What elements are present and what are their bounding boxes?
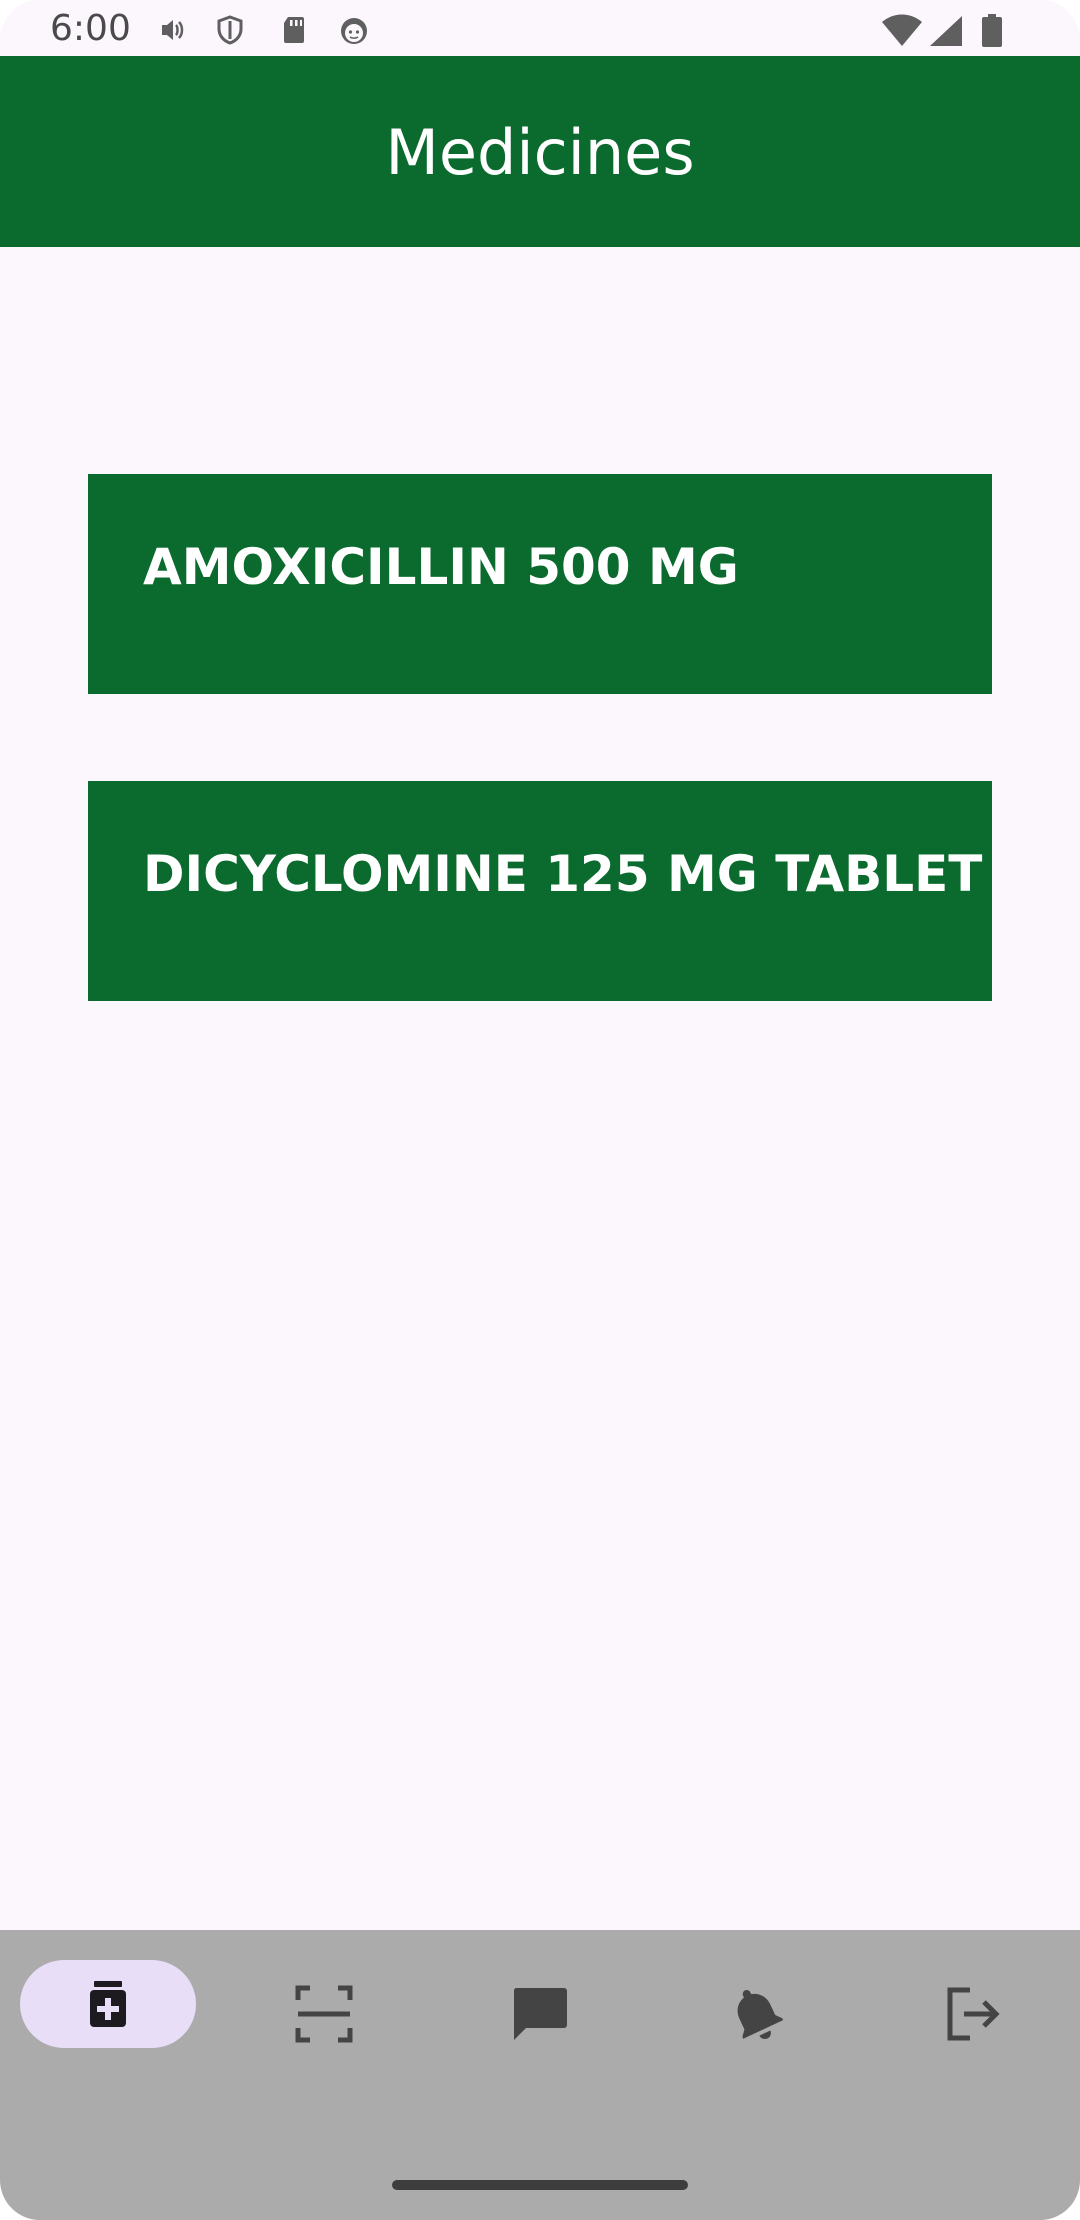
nav-medicines[interactable] (20, 1960, 196, 2048)
logout-icon (942, 1984, 1002, 2044)
battery-icon (980, 14, 1004, 47)
home-indicator[interactable] (392, 2180, 688, 2190)
status-bar: 6:00 (0, 0, 1080, 56)
chat-icon (510, 1984, 570, 2044)
wifi-icon (880, 14, 924, 46)
medicine-label: DICYCLOMINE 125 MG TABLET (143, 845, 983, 903)
bottom-navigation (0, 1930, 1080, 2220)
status-time: 6:00 (50, 8, 131, 49)
medicine-bottle-icon (86, 1979, 130, 2029)
nav-scan[interactable] (236, 1970, 412, 2058)
medicine-item-dicyclomine[interactable]: DICYCLOMINE 125 MG TABLET (88, 781, 992, 1001)
shield-icon (214, 14, 246, 46)
medicine-item-amoxicillin[interactable]: AMOXICILLIN 500 MG (88, 474, 992, 694)
app-bar: Medicines (0, 56, 1080, 247)
nav-logout[interactable] (884, 1970, 1060, 2058)
screen: 6:00 Medicines AMOXICILLIN 500 MG DICYCL… (0, 0, 1080, 2220)
volume-vibrate-icon (156, 14, 188, 46)
scan-icon (294, 1984, 354, 2044)
cell-signal-icon (928, 14, 964, 46)
medicine-label: AMOXICILLIN 500 MG (143, 538, 739, 596)
sd-card-icon (278, 14, 310, 46)
nav-chat[interactable] (452, 1970, 628, 2058)
nav-notifications[interactable] (668, 1970, 844, 2058)
notification-bell-icon (724, 1982, 788, 2046)
android-icon (338, 14, 370, 46)
page-title: Medicines (385, 116, 695, 189)
